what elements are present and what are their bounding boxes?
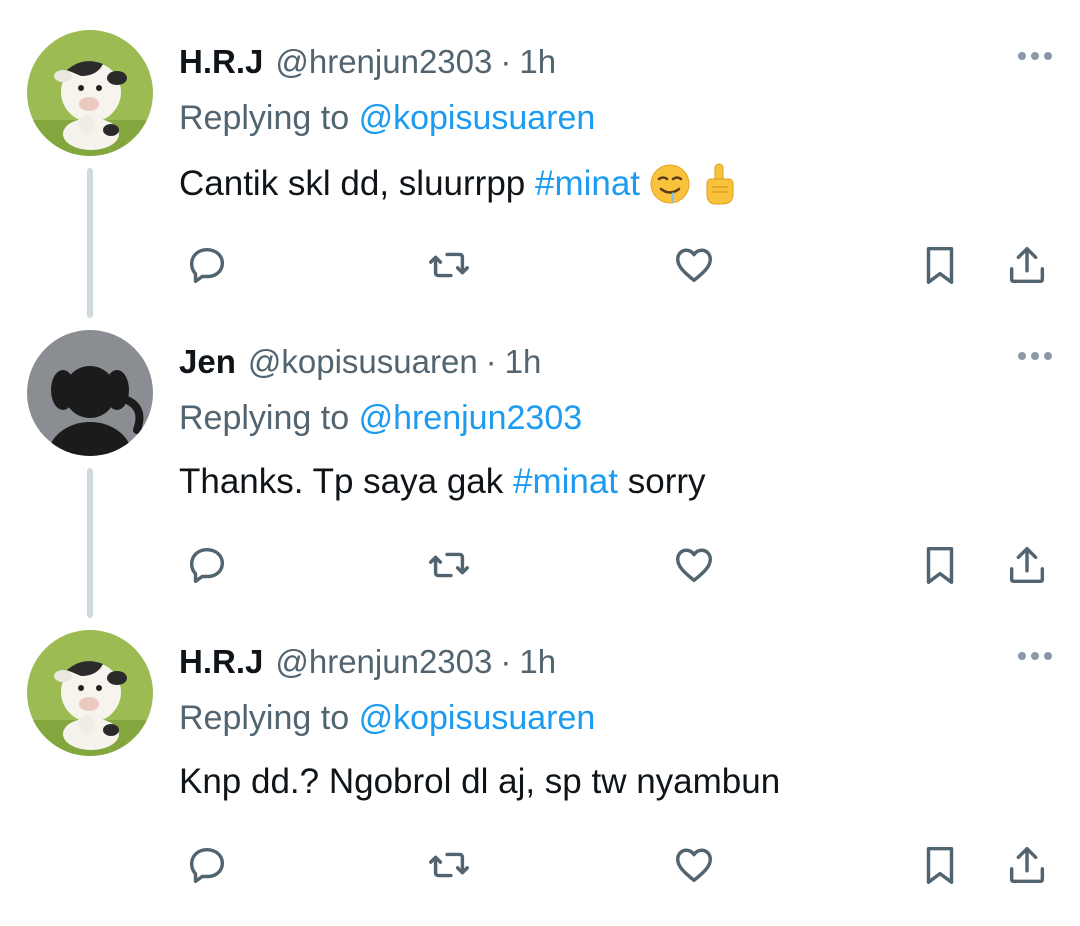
like-button[interactable] <box>667 838 721 892</box>
share-button[interactable] <box>1000 538 1054 592</box>
hashtag-link[interactable]: #minat <box>535 164 640 204</box>
separator-dot: · <box>500 43 512 80</box>
tweet[interactable]: H.R.J @hrenjun2303 · 1h Replying to @kop… <box>0 0 1080 318</box>
heart-icon <box>675 548 713 583</box>
share-icon <box>1009 546 1045 584</box>
tweet-text: Cantik skl dd, sluurrpp #minat <box>179 162 738 206</box>
user-handle[interactable]: @hrenjun2303 <box>275 643 492 681</box>
replying-to: Replying to @kopisusuaren <box>179 99 595 138</box>
mention-link[interactable]: @kopisusuaren <box>359 99 596 137</box>
replying-to: Replying to @kopisusuaren <box>179 699 595 738</box>
reply-icon <box>189 547 225 584</box>
tweet-header: H.R.J @hrenjun2303 · 1h <box>179 640 556 684</box>
share-button[interactable] <box>1000 838 1054 892</box>
retweet-button[interactable] <box>422 838 476 892</box>
mention-link[interactable]: @kopisusuaren <box>359 699 596 737</box>
tweet-text-before: Cantik skl dd, sluurrpp <box>179 164 535 203</box>
index-pointing-up-emoji <box>700 162 738 206</box>
separator-dot: · <box>485 343 497 380</box>
avatar[interactable] <box>27 330 153 456</box>
tweet-text: Thanks. Tp saya gak #minat sorry <box>179 462 706 502</box>
more-icon[interactable] <box>1018 52 1052 60</box>
heart-icon <box>675 848 713 883</box>
tweet-text-after: sorry <box>618 462 706 501</box>
tweet-header: H.R.J @hrenjun2303 · 1h <box>179 40 556 84</box>
retweet-button[interactable] <box>422 238 476 292</box>
separator-dot: · <box>500 643 512 680</box>
timestamp[interactable]: 1h <box>519 43 556 81</box>
retweet-button[interactable] <box>422 538 476 592</box>
reply-thread: H.R.J @hrenjun2303 · 1h Replying to @kop… <box>0 0 1080 926</box>
reply-button[interactable] <box>180 238 234 292</box>
share-icon <box>1009 246 1045 284</box>
display-name[interactable]: Jen <box>179 343 236 381</box>
more-icon[interactable] <box>1018 352 1052 360</box>
bookmark-icon <box>926 846 954 884</box>
replying-to-prefix: Replying to <box>179 399 350 437</box>
like-button[interactable] <box>667 538 721 592</box>
bookmark-button[interactable] <box>913 238 967 292</box>
avatar[interactable] <box>27 30 153 156</box>
tweet-text: Knp dd.? Ngobrol dl aj, sp tw nyambun <box>179 762 780 802</box>
share-icon <box>1009 846 1045 884</box>
default-dog-avatar-image <box>27 330 153 456</box>
cow-avatar-image <box>27 30 153 156</box>
avatar[interactable] <box>27 630 153 756</box>
display-name[interactable]: H.R.J <box>179 43 263 81</box>
user-handle[interactable]: @kopisusuaren <box>248 343 478 381</box>
display-name[interactable]: H.R.J <box>179 643 263 681</box>
hashtag-link[interactable]: #minat <box>513 462 618 502</box>
tweet-actions <box>0 238 1080 292</box>
reply-button[interactable] <box>180 538 234 592</box>
bookmark-icon <box>926 546 954 584</box>
tweet[interactable]: Jen @kopisusuaren · 1h Replying to @hren… <box>0 300 1080 618</box>
timestamp[interactable]: 1h <box>505 343 542 381</box>
tweet-text-before: Knp dd.? Ngobrol dl aj, sp tw nyambun <box>179 762 781 801</box>
tweet-text-before: Thanks. Tp saya gak <box>179 462 513 501</box>
replying-to-prefix: Replying to <box>179 699 350 737</box>
heart-icon <box>675 248 713 283</box>
mention-link[interactable]: @hrenjun2303 <box>359 399 583 437</box>
replying-to-prefix: Replying to <box>179 99 350 137</box>
reply-button[interactable] <box>180 838 234 892</box>
tweet-header: Jen @kopisusuaren · 1h <box>179 340 541 384</box>
reply-icon <box>189 847 225 884</box>
user-handle[interactable]: @hrenjun2303 <box>275 43 492 81</box>
reply-icon <box>189 247 225 284</box>
tweet-actions <box>0 838 1080 892</box>
more-icon[interactable] <box>1018 652 1052 660</box>
bookmark-button[interactable] <box>913 838 967 892</box>
drooling-face-emoji <box>648 162 692 206</box>
retweet-icon <box>429 552 469 578</box>
bookmark-icon <box>926 246 954 284</box>
tweet[interactable]: H.R.J @hrenjun2303 · 1h Replying to @kop… <box>0 600 1080 900</box>
share-button[interactable] <box>1000 238 1054 292</box>
retweet-icon <box>429 852 469 878</box>
bookmark-button[interactable] <box>913 538 967 592</box>
tweet-actions <box>0 538 1080 592</box>
retweet-icon <box>429 252 469 278</box>
cow-avatar-image <box>27 630 153 756</box>
timestamp[interactable]: 1h <box>519 643 556 681</box>
replying-to: Replying to @hrenjun2303 <box>179 399 582 438</box>
like-button[interactable] <box>667 238 721 292</box>
